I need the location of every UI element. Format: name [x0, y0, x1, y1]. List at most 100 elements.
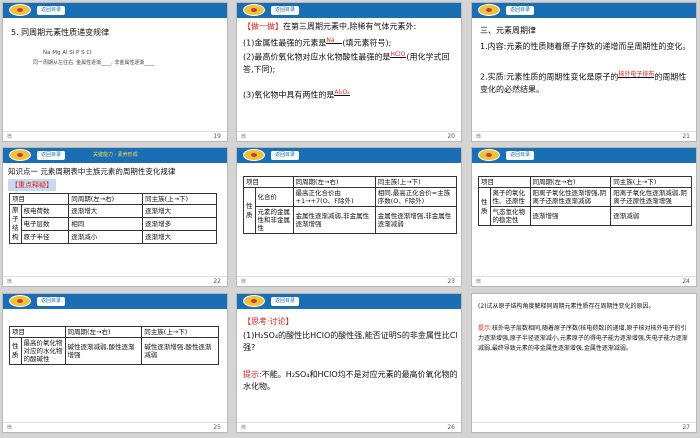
- back-to-contents-button[interactable]: 返回目录: [271, 297, 300, 306]
- footer-mark: 微: [7, 134, 13, 140]
- back-to-contents-button[interactable]: 返回目录: [37, 151, 66, 160]
- back-to-contents-button[interactable]: 返回目录: [271, 151, 300, 160]
- table-cell: 气态氢化物的稳定性: [489, 206, 531, 226]
- back-to-contents-button[interactable]: 返回目录: [37, 6, 66, 15]
- table-cell: 最高正化合价由+1→+7(O、F除外): [292, 187, 376, 207]
- back-to-contents-button[interactable]: 返回目录: [506, 151, 535, 160]
- table-cell: 逐渐增强: [529, 206, 612, 226]
- slide-header: 返回目录: [3, 294, 227, 309]
- table-cell: 原子半径: [20, 230, 70, 244]
- table-cell: 电子层数: [20, 217, 70, 231]
- discussion-question: (2)试从原子结构角度解释同周期元素性质存在周期性变化的原因。: [478, 303, 655, 310]
- footer-mark: 微: [7, 425, 13, 431]
- slide-header: 返回目录: [237, 148, 461, 163]
- slide-footer: 微 22: [3, 276, 227, 286]
- table-cell: 逐渐增多: [142, 217, 217, 231]
- q1-tail: (填元素符号);: [342, 38, 392, 48]
- hint-text: 核外电子层数相同,随着原子序数(核电荷数)的递增,原子核对核外电子的引力逐渐增强…: [478, 325, 688, 352]
- q3-text: (3)氧化物中具有两性的是: [243, 90, 335, 100]
- table-cell: 逐渐增大: [142, 204, 217, 218]
- slide-header: 返回目录: [472, 148, 696, 163]
- slide-footer: 微 25: [3, 422, 227, 432]
- table-cell: 逐渐减弱: [610, 206, 692, 226]
- q3-answer: Al₂O₃: [334, 89, 350, 96]
- slide-header: 返回目录: [472, 3, 696, 18]
- tag-label: 【重点释疑】: [8, 179, 56, 191]
- discussion-question: (1)H₂SO₄的酸性比HClO的酸性强,能否证明S的非金属性比Cl强?: [243, 331, 458, 352]
- slide-25[interactable]: 返回目录 项目 同周期(左→右) 同主族(上→下) 性质 最高价氧化物对应的水化…: [2, 293, 228, 433]
- exercise-intro: 【做一做】在第三周期元素中,除稀有气体元素外:: [243, 21, 459, 33]
- slide-footer: 微 19: [3, 131, 227, 141]
- table-header: 同周期(左→右): [292, 176, 376, 188]
- slide-26[interactable]: 返回目录 【思考·讨论】 (1)H₂SO₄的酸性比HClO的酸性强,能否证明S的…: [236, 293, 462, 433]
- table-cell: 逐渐增大: [68, 204, 144, 218]
- hint-label: 提示:: [478, 325, 493, 332]
- page-number: 21: [682, 133, 690, 140]
- table-cell: 离子的氧化性、还原性: [489, 187, 531, 207]
- table-cell: 碱性逐渐减弱,酸性逐渐增强: [64, 337, 143, 365]
- logo-icon: [478, 4, 500, 16]
- question-2: (2)最高价氧化物对应水化物酸性最强的是HClO(用化学式回答,下同);: [243, 49, 459, 76]
- structure-table: 项目 同周期(左→右) 同主族(上→下) 原子结构 核电荷数 逐渐增大 逐渐增大…: [8, 193, 217, 244]
- table-header: 项目: [8, 193, 70, 205]
- page-number: 24: [682, 278, 690, 285]
- table-cell: 阳离子氧化性逐渐增强,阴离子还原性逐渐减弱: [529, 187, 612, 207]
- table-cell: 相同,最高正化合价=主族序数(O、F除外): [374, 187, 458, 207]
- table-header: 项目: [478, 176, 531, 188]
- section-hint: 关键能力 · 素养形成: [93, 152, 138, 158]
- footer-mark: 微: [241, 279, 247, 285]
- law-essence: 2.实质:元素性质的周期性变化是原子的核外电子排布的周期性变化的必然结果。: [480, 69, 692, 96]
- footer-mark: 微: [476, 134, 482, 140]
- slide-22[interactable]: 返回目录 关键能力 · 素养形成 知识点一 元素周期表中主族元素的周期性变化规律…: [2, 147, 228, 287]
- slide-24[interactable]: 返回目录 项目 同周期(左→右) 同主族(上→下) 性质 离子的氧化性、还原性 …: [471, 147, 697, 287]
- exercise-label: 【做一做】: [243, 22, 283, 31]
- slide-27[interactable]: (2)试从原子结构角度解释同周期元素性质存在周期性变化的原因。 提示:核外电子层…: [471, 293, 697, 433]
- page-number: 26: [447, 424, 455, 431]
- slide-footer: 微 26: [237, 422, 461, 432]
- page-number: 25: [213, 424, 221, 431]
- logo-icon: [9, 149, 31, 161]
- slide-footer: 微 23: [237, 276, 461, 286]
- back-to-contents-button[interactable]: 返回目录: [506, 6, 535, 15]
- hint-label: 提示:: [243, 370, 262, 379]
- slide-21[interactable]: 返回目录 三、元素周期律 1.内容:元素的性质随着原子序数的递增而呈周期性的变化…: [471, 2, 697, 142]
- element-sequence: Na Mg Al Si P S Cl: [43, 50, 92, 56]
- law-content: 1.内容:元素的性质随着原子序数的递增而呈周期性的变化。: [480, 42, 691, 51]
- table-header: 项目: [243, 176, 294, 188]
- row-group-label: 性质: [243, 187, 256, 234]
- slide-header: 返回目录: [237, 294, 461, 309]
- back-to-contents-button[interactable]: 返回目录: [37, 297, 66, 306]
- essence-text: 2.实质:元素性质的周期性变化是原子的: [480, 72, 619, 82]
- slide-footer: 27: [472, 422, 696, 432]
- slide-19[interactable]: 返回目录 5. 同周期元素性质递变规律 Na Mg Al Si P S Cl 同…: [2, 2, 228, 142]
- property-table: 项目 同周期(左→右) 同主族(上→下) 性质 离子的氧化性、还原性 阳离子氧化…: [478, 176, 692, 226]
- table-header: 同主族(上→下): [374, 176, 458, 188]
- row-group-label: 原子结构: [9, 204, 22, 244]
- q1-text: (1)金属性最强的元素是: [243, 38, 327, 48]
- page-number: 22: [213, 278, 221, 285]
- slide-footer: 微 24: [472, 276, 696, 286]
- table-cell: 最高价氧化物对应的水化物的酸碱性: [20, 337, 66, 365]
- intro-text: 在第三周期元素中,除稀有气体元素外:: [283, 22, 417, 31]
- discussion-hint: 提示:核外电子层数相同,随着原子序数(核电荷数)的递增,原子核对核外电子的引力逐…: [478, 324, 692, 354]
- property-table: 项目 同周期(左→右) 同主族(上→下) 性质 化合价 最高正化合价由+1→+7…: [243, 176, 458, 234]
- table-header: 项目: [9, 326, 66, 338]
- table-header: 同周期(左→右): [529, 176, 612, 188]
- slide-20[interactable]: 返回目录 【做一做】在第三周期元素中,除稀有气体元素外: (1)金属性最强的元素…: [236, 2, 462, 142]
- question-3: (3)氧化物中具有两性的是Al₂O₃: [243, 87, 459, 102]
- essence-answer: 核外电子排布: [618, 71, 655, 78]
- table-cell: 阳离子氧化性逐渐减弱,阴离子还原性逐渐增强: [610, 187, 692, 207]
- page-number: 27: [682, 424, 690, 431]
- q1-answer: Na: [326, 37, 335, 44]
- logo-icon: [243, 295, 265, 307]
- discussion-hint: 提示:不能。H₂SO₄和HClO均不是对应元素的最高价氧化物的水化物。: [243, 369, 459, 393]
- property-table: 项目 同周期(左→右) 同主族(上→下) 性质 最高价氧化物对应的水化物的酸碱性…: [9, 326, 219, 365]
- back-to-contents-button[interactable]: 返回目录: [271, 6, 300, 15]
- slide-23[interactable]: 返回目录 项目 同周期(左→右) 同主族(上→下) 性质 化合价 最高正化合价由…: [236, 147, 462, 287]
- logo-icon: [478, 149, 500, 161]
- table-header: 同主族(上→下): [142, 193, 217, 205]
- discussion-label: 【思考·讨论】: [243, 317, 294, 326]
- knowledge-heading: 知识点一 元素周期表中主族元素的周期性变化规律: [8, 167, 176, 176]
- slide-title: 5. 同周期元素性质递变规律: [11, 28, 110, 37]
- table-cell: 金属性逐渐增强,非金属性逐渐减弱: [374, 206, 458, 234]
